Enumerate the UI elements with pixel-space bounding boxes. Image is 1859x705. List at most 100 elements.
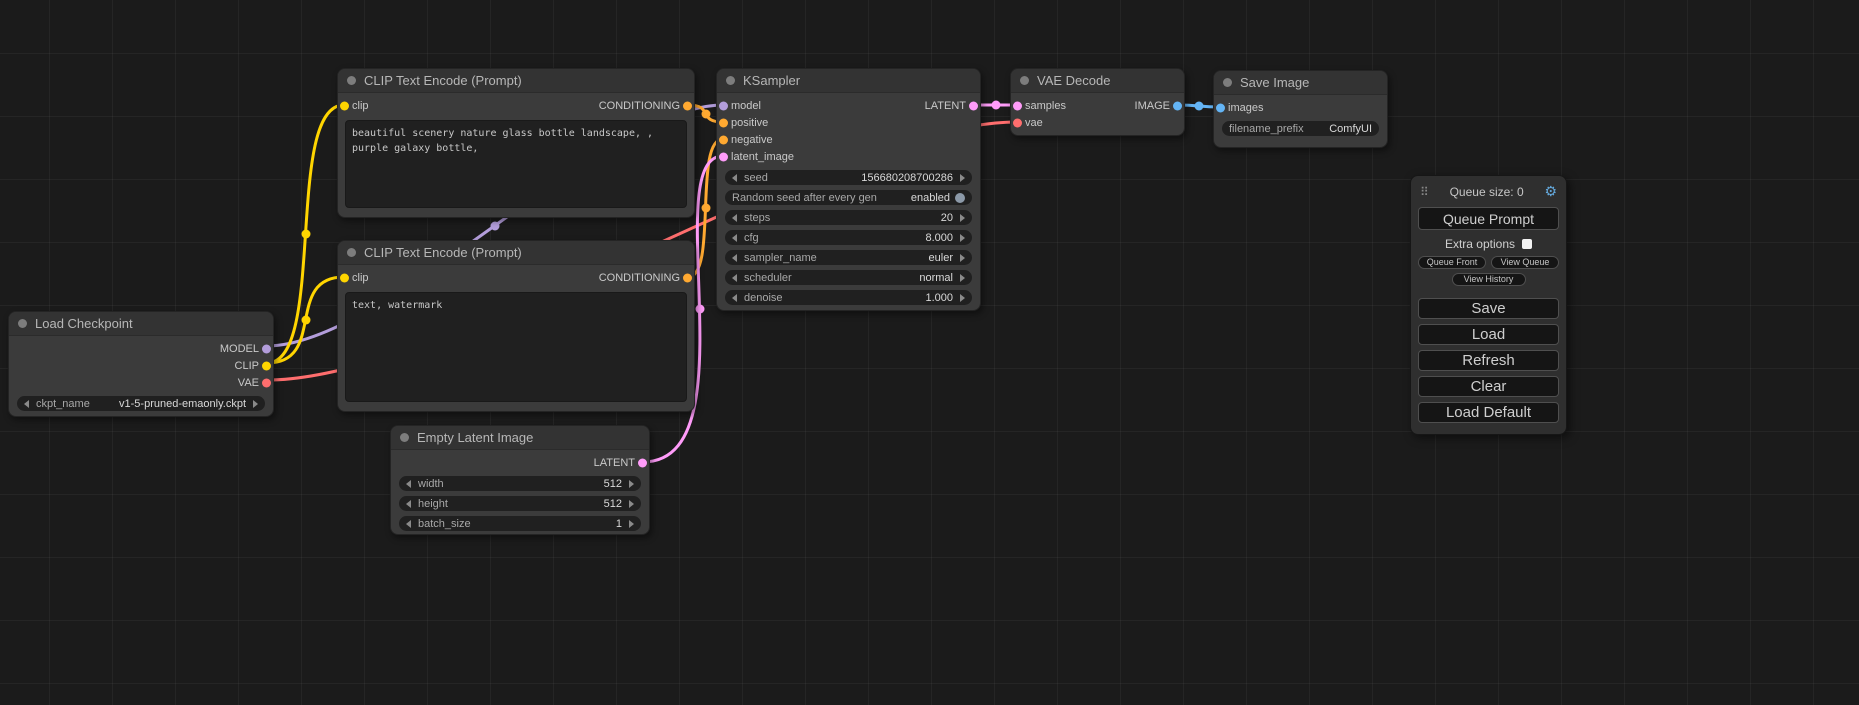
widget-label: ckpt_name <box>36 398 90 410</box>
conditioning-output-slot[interactable] <box>683 273 692 282</box>
wire-midpoint-dot <box>1195 102 1204 111</box>
slot-row: LATENT <box>391 454 649 471</box>
node-ksampler[interactable]: KSampler model LATENT positive negative … <box>716 68 981 311</box>
cfg-widget[interactable]: cfg 8.000 <box>725 230 972 245</box>
vae-output-slot[interactable] <box>262 378 271 387</box>
node-title-label: Load Checkpoint <box>35 316 133 331</box>
refresh-button[interactable]: Refresh <box>1418 350 1559 371</box>
widget-value: 512 <box>604 478 622 490</box>
scheduler-widget[interactable]: scheduler normal <box>725 270 972 285</box>
negative-prompt-textarea[interactable]: text, watermark <box>345 292 687 402</box>
node-load-checkpoint[interactable]: Load Checkpoint MODEL CLIP VAE ckpt_name <box>8 311 274 417</box>
ckpt-name-widget[interactable]: ckpt_name v1-5-pruned-emaonly.ckpt <box>17 396 265 411</box>
view-queue-button[interactable]: View Queue <box>1491 256 1559 269</box>
decrement-arrow-icon[interactable] <box>732 294 737 302</box>
random-seed-toggle-widget[interactable]: Random seed after every gen enabled <box>725 190 972 205</box>
node-titlebar[interactable]: VAE Decode <box>1011 69 1184 93</box>
model-input-label: model <box>731 100 761 112</box>
queue-front-button[interactable]: Queue Front <box>1418 256 1486 269</box>
decrement-arrow-icon[interactable] <box>406 500 411 508</box>
save-button[interactable]: Save <box>1418 298 1559 319</box>
image-output-slot[interactable] <box>1173 101 1182 110</box>
decrement-arrow-icon[interactable] <box>406 520 411 528</box>
slot-row: model LATENT <box>717 97 980 114</box>
increment-arrow-icon[interactable] <box>960 214 965 222</box>
collapse-dot-icon[interactable] <box>726 76 735 85</box>
latent-output-slot[interactable] <box>638 458 647 467</box>
widget-label: sampler_name <box>744 252 817 264</box>
increment-arrow-icon[interactable] <box>960 254 965 262</box>
model-input-slot[interactable] <box>719 101 728 110</box>
decrement-arrow-icon[interactable] <box>732 254 737 262</box>
node-titlebar[interactable]: CLIP Text Encode (Prompt) <box>338 241 694 265</box>
filename-prefix-widget[interactable]: filename_prefix ComfyUI <box>1222 121 1379 136</box>
node-titlebar[interactable]: CLIP Text Encode (Prompt) <box>338 69 694 93</box>
positive-input-slot[interactable] <box>719 118 728 127</box>
graph-canvas[interactable]: Load Checkpoint MODEL CLIP VAE ckpt_name <box>0 0 1859 705</box>
clip-input-slot[interactable] <box>340 101 349 110</box>
node-titlebar[interactable]: Empty Latent Image <box>391 426 649 450</box>
model-output-slot[interactable] <box>262 344 271 353</box>
collapse-dot-icon[interactable] <box>400 433 409 442</box>
samples-input-slot[interactable] <box>1013 101 1022 110</box>
load-button[interactable]: Load <box>1418 324 1559 345</box>
height-widget[interactable]: height 512 <box>399 496 641 511</box>
collapse-dot-icon[interactable] <box>1020 76 1029 85</box>
decrement-arrow-icon[interactable] <box>732 214 737 222</box>
seed-widget[interactable]: seed 156680208700286 <box>725 170 972 185</box>
slot-row: clip CONDITIONING <box>338 97 694 114</box>
widget-value: enabled <box>911 192 950 204</box>
node-clip-text-encode-positive[interactable]: CLIP Text Encode (Prompt) clip CONDITION… <box>337 68 695 218</box>
increment-arrow-icon[interactable] <box>629 480 634 488</box>
increment-arrow-icon[interactable] <box>629 520 634 528</box>
extra-options-checkbox[interactable] <box>1522 239 1532 249</box>
negative-input-slot[interactable] <box>719 135 728 144</box>
collapse-dot-icon[interactable] <box>347 248 356 257</box>
settings-gear-icon[interactable]: ⚙ <box>1544 183 1557 200</box>
decrement-arrow-icon[interactable] <box>406 480 411 488</box>
vae-input-slot[interactable] <box>1013 118 1022 127</box>
decrement-arrow-icon[interactable] <box>732 234 737 242</box>
node-titlebar[interactable]: KSampler <box>717 69 980 93</box>
collapse-dot-icon[interactable] <box>18 319 27 328</box>
node-save-image[interactable]: Save Image images filename_prefix ComfyU… <box>1213 70 1388 148</box>
conditioning-output-slot[interactable] <box>683 101 692 110</box>
view-history-button[interactable]: View History <box>1452 273 1526 286</box>
images-input-slot[interactable] <box>1216 103 1225 112</box>
decrement-arrow-icon[interactable] <box>732 174 737 182</box>
node-clip-text-encode-negative[interactable]: CLIP Text Encode (Prompt) clip CONDITION… <box>337 240 695 412</box>
increment-arrow-icon[interactable] <box>960 294 965 302</box>
increment-arrow-icon[interactable] <box>629 500 634 508</box>
load-default-button[interactable]: Load Default <box>1418 402 1559 423</box>
queue-prompt-button[interactable]: Queue Prompt <box>1418 207 1559 230</box>
drag-handle-icon[interactable]: ⠿ <box>1420 185 1429 199</box>
positive-prompt-textarea[interactable]: beautiful scenery nature glass bottle la… <box>345 120 687 208</box>
denoise-widget[interactable]: denoise 1.000 <box>725 290 972 305</box>
increment-arrow-icon[interactable] <box>253 400 258 408</box>
collapse-dot-icon[interactable] <box>1223 78 1232 87</box>
decrement-arrow-icon[interactable] <box>24 400 29 408</box>
steps-widget[interactable]: steps 20 <box>725 210 972 225</box>
widget-label: denoise <box>744 292 783 304</box>
widget-label: steps <box>744 212 770 224</box>
clear-button[interactable]: Clear <box>1418 376 1559 397</box>
clip-output-slot[interactable] <box>262 361 271 370</box>
node-titlebar[interactable]: Save Image <box>1214 71 1387 95</box>
node-titlebar[interactable]: Load Checkpoint <box>9 312 273 336</box>
clip-input-slot[interactable] <box>340 273 349 282</box>
sampler-name-widget[interactable]: sampler_name euler <box>725 250 972 265</box>
node-empty-latent-image[interactable]: Empty Latent Image LATENT width 512 heig… <box>390 425 650 535</box>
node-vae-decode[interactable]: VAE Decode samples IMAGE vae <box>1010 68 1185 136</box>
toggle-knob-icon[interactable] <box>955 193 965 203</box>
increment-arrow-icon[interactable] <box>960 234 965 242</box>
width-widget[interactable]: width 512 <box>399 476 641 491</box>
latent-output-label: LATENT <box>594 457 635 469</box>
wire-midpoint-dot <box>302 230 311 239</box>
increment-arrow-icon[interactable] <box>960 274 965 282</box>
collapse-dot-icon[interactable] <box>347 76 356 85</box>
decrement-arrow-icon[interactable] <box>732 274 737 282</box>
batch-size-widget[interactable]: batch_size 1 <box>399 516 641 531</box>
increment-arrow-icon[interactable] <box>960 174 965 182</box>
latent-output-slot[interactable] <box>969 101 978 110</box>
latent-image-input-slot[interactable] <box>719 152 728 161</box>
